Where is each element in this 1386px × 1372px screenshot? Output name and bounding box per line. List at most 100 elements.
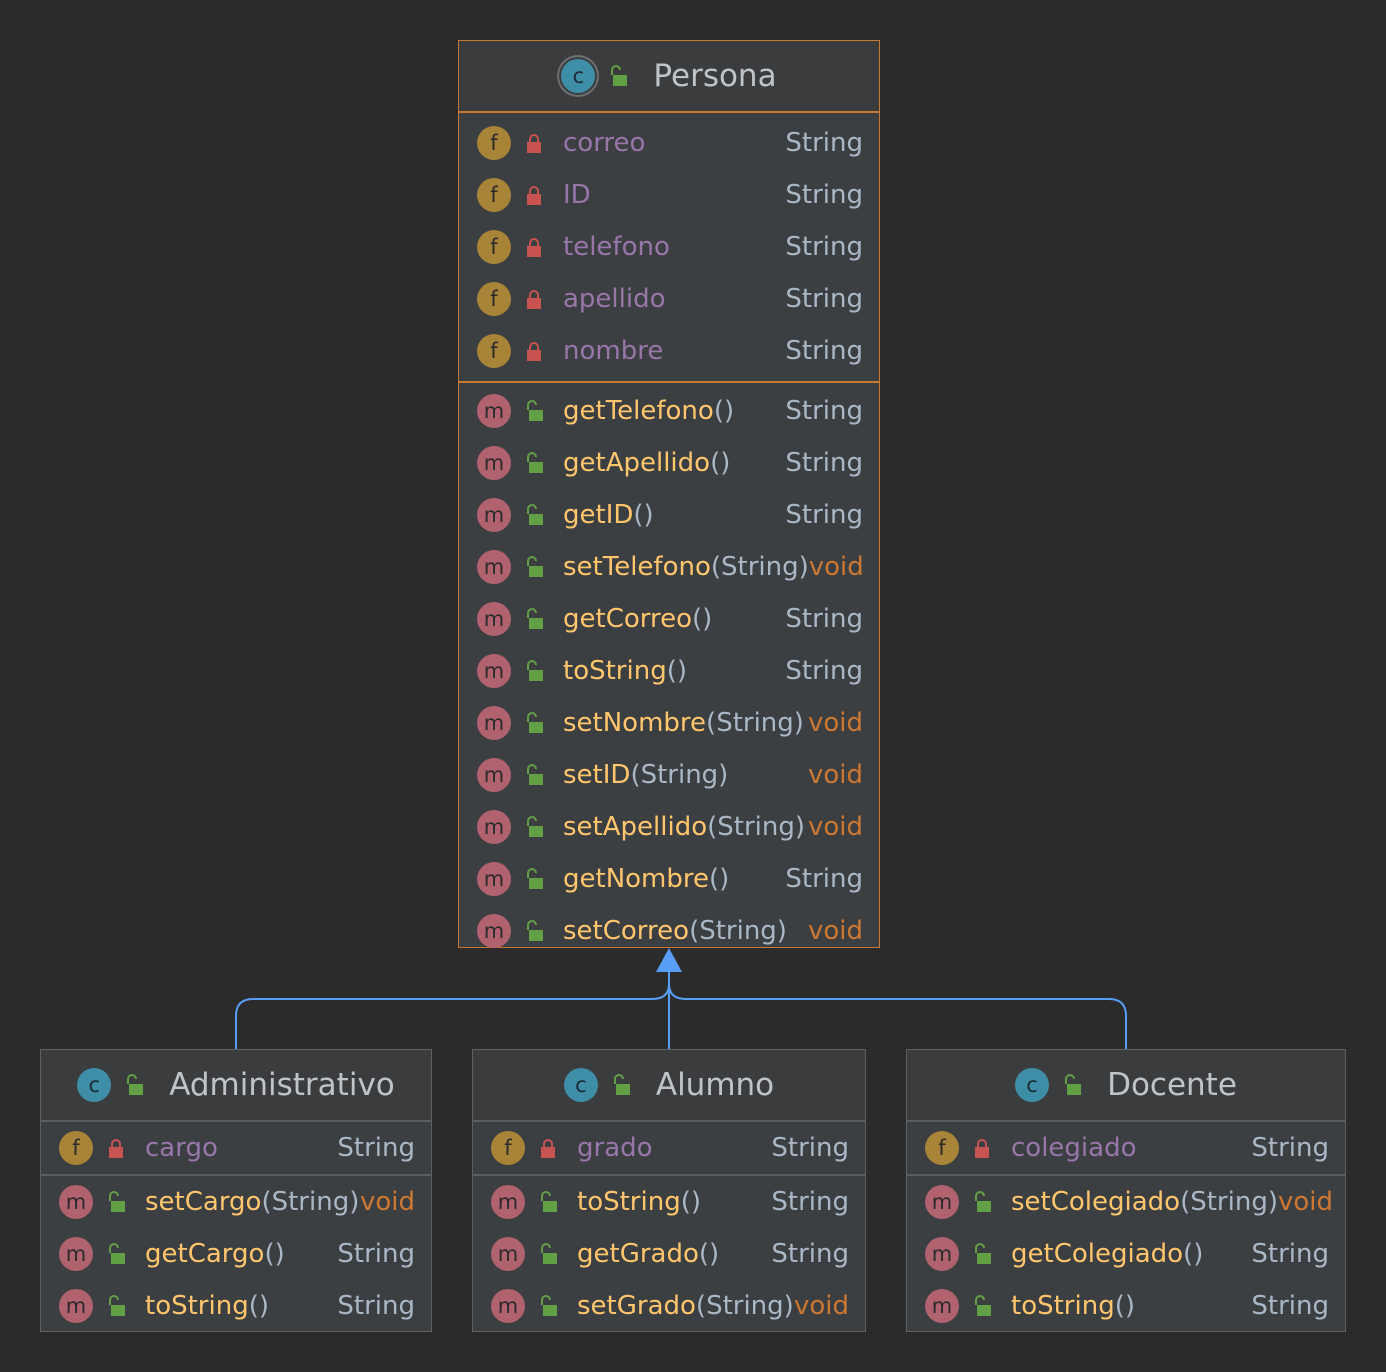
private-lock-icon [527,186,541,205]
method-signature: toString() [1011,1291,1251,1321]
return-type: String [337,1291,415,1321]
return-type: String [1251,1291,1329,1321]
field-name: telefono [563,232,670,262]
field-type: String [1251,1133,1329,1163]
field-row[interactable]: f colegiado String [907,1122,1345,1174]
class-icon: c [1015,1068,1050,1102]
return-type: String [1251,1239,1329,1269]
class-title: Administrativo [169,1067,395,1103]
fields-section: f cargo String [41,1122,431,1176]
method-row[interactable]: m setGrado(String) void [473,1280,865,1332]
method-icon: m [925,1185,959,1219]
field-row[interactable]: f grado String [473,1122,865,1174]
return-type: String [785,656,863,686]
class-header[interactable]: c Persona [459,41,879,113]
field-name: nombre [563,336,664,366]
class-header[interactable]: c Administrativo [41,1050,431,1122]
class-persona[interactable]: c Persona f correo String f ID String f telefon… [458,40,880,948]
method-row[interactable]: m setTelefono(String) void [459,541,879,593]
return-type: String [785,864,863,894]
method-row[interactable]: m toString() String [907,1280,1345,1332]
public-unlock-icon [527,764,543,785]
method-name: setColegiado [1011,1187,1181,1217]
private-lock-icon [527,342,541,361]
field-type: String [785,128,863,158]
method-name: setApellido [563,812,708,842]
return-type: String [771,1239,849,1269]
method-icon: m [477,758,511,792]
methods-section: m toString() String m getGrado() String m setGr… [473,1176,865,1332]
method-signature: getColegiado() [1011,1239,1251,1269]
field-icon: f [477,230,511,264]
method-row[interactable]: m getCargo() String [41,1228,431,1280]
method-icon: m [477,498,511,532]
field-type: String [771,1133,849,1163]
field-row[interactable]: f apellido String [459,273,879,325]
method-signature: setID(String) [563,760,808,790]
method-params: () [692,604,713,634]
method-signature: toString() [145,1291,337,1321]
method-row[interactable]: m setNombre(String) void [459,697,879,749]
method-row[interactable]: m setColegiado(String) void [907,1176,1345,1228]
method-row[interactable]: m getTelefono() String [459,385,879,437]
field-row[interactable]: f ID String [459,169,879,221]
method-name: getTelefono [563,396,714,426]
methods-section: m setColegiado(String) void m getColegiado()… [907,1176,1345,1332]
field-name: grado [577,1133,653,1163]
method-row[interactable]: m setCargo(String) void [41,1176,431,1228]
field-icon: f [477,178,511,212]
fields-section: f correo String f ID String f telefono String f ap… [459,113,879,383]
method-params: () [713,396,735,426]
return-type: String [771,1187,849,1217]
method-signature: toString() [577,1187,771,1217]
field-icon: f [59,1131,93,1165]
class-administrativo[interactable]: c Administrativo f cargo String m setCargo(… [40,1049,432,1332]
class-header[interactable]: c Docente [907,1050,1345,1122]
method-row[interactable]: m getCorreo() String [459,593,879,645]
method-row[interactable]: m setID(String) void [459,749,879,801]
method-name: setGrado [577,1291,696,1321]
method-row[interactable]: m getID() String [459,489,879,541]
method-name: getID [563,500,634,530]
method-name: getColegiado [1011,1239,1184,1269]
return-type: void [793,1291,849,1321]
class-docente[interactable]: c Docente f colegiado String m setColegiado… [906,1049,1346,1332]
method-name: setTelefono [563,552,711,582]
field-name: correo [563,128,646,158]
method-icon: m [491,1185,525,1219]
private-lock-icon [527,238,541,257]
edge-administrativo-persona [235,972,670,1049]
method-params: (String) [689,916,787,946]
return-type: void [359,1187,415,1217]
method-row[interactable]: m toString() String [41,1280,431,1332]
field-name: ID [563,180,591,210]
method-signature: setApellido(String) [563,812,808,842]
method-row[interactable]: m getColegiado() String [907,1228,1345,1280]
method-row[interactable]: m getApellido() String [459,437,879,489]
method-icon: m [491,1237,525,1271]
public-unlock-icon [109,1243,125,1264]
public-unlock-icon [109,1191,125,1212]
fields-section: f colegiado String [907,1122,1345,1176]
method-name: getCargo [145,1239,265,1269]
method-row[interactable]: m toString() String [459,645,879,697]
method-name: getNombre [563,864,709,894]
method-row[interactable]: m setCorreo(String) void [459,905,879,957]
field-row[interactable]: f correo String [459,117,879,169]
method-params: (String) [695,1291,794,1321]
private-lock-icon [541,1139,555,1158]
method-icon: m [59,1289,93,1323]
method-signature: getApellido() [563,448,785,478]
method-row[interactable]: m setApellido(String) void [459,801,879,853]
public-unlock-icon [541,1243,557,1264]
class-alumno[interactable]: c Alumno f grado String m toString() String m… [472,1049,866,1332]
method-row[interactable]: m getGrado() String [473,1228,865,1280]
method-row[interactable]: m getNombre() String [459,853,879,905]
field-row[interactable]: f telefono String [459,221,879,273]
field-name: colegiado [1011,1133,1137,1163]
field-row[interactable]: f nombre String [459,325,879,377]
method-row[interactable]: m toString() String [473,1176,865,1228]
public-unlock-icon [541,1191,557,1212]
field-row[interactable]: f cargo String [41,1122,431,1174]
class-header[interactable]: c Alumno [473,1050,865,1122]
